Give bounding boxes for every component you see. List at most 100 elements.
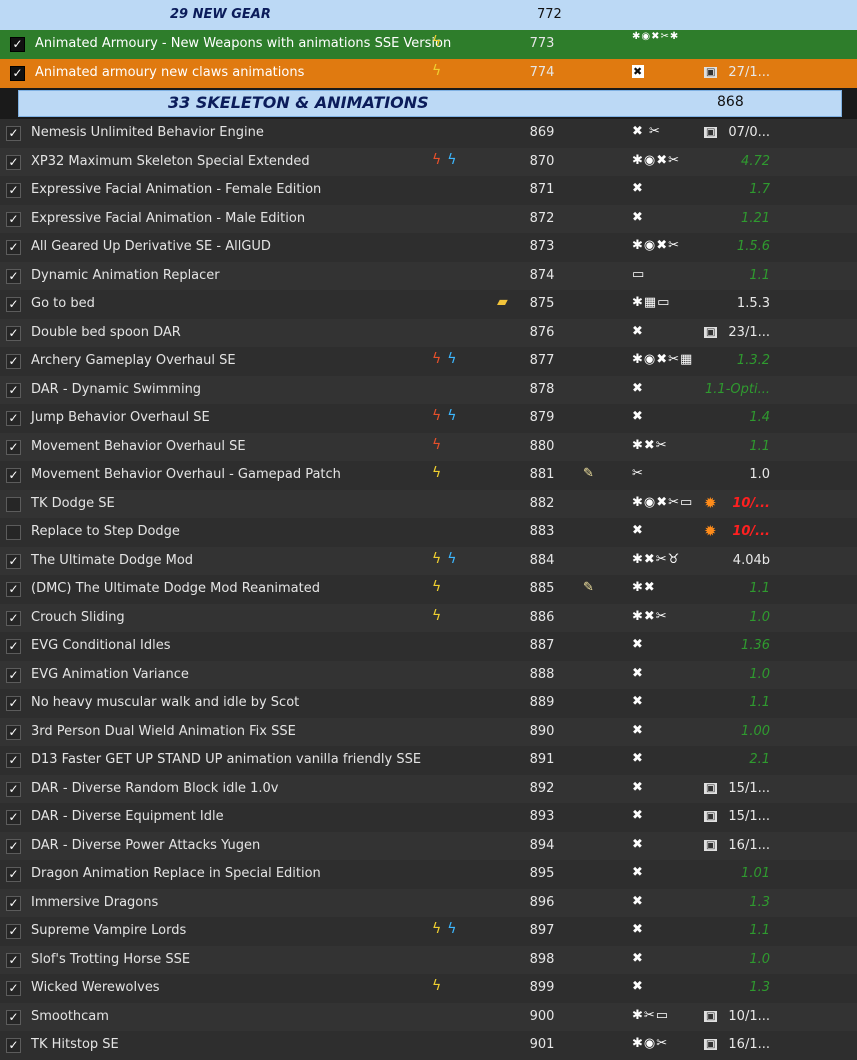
- mod-row[interactable]: ✓ DAR - Diverse Random Block idle 1.0v 892…: [0, 775, 857, 804]
- mod-row[interactable]: ✓ Movement Behavior Overhaul - Gamepad Pa…: [0, 461, 857, 490]
- mod-row[interactable]: Replace to Step Dodge 883 ✖ ✹ 10/...: [0, 518, 857, 547]
- mod-row[interactable]: ✓ Animated armoury new claws animations …: [0, 59, 857, 88]
- mod-row[interactable]: ✓ Supreme Vampire Lords ϟ ϟ 897 ✖ 1.1: [0, 917, 857, 946]
- mod-checkbox[interactable]: ✓: [10, 37, 25, 52]
- bolt-icon: ϟ: [432, 978, 442, 994]
- mod-checkbox[interactable]: ✓: [6, 383, 21, 398]
- mod-checkbox[interactable]: ✓: [6, 212, 21, 227]
- mod-checkbox[interactable]: ✓: [6, 639, 21, 654]
- mod-row[interactable]: ✓ DAR - Diverse Equipment Idle 893 ✖ ▣ 15/1..…: [0, 803, 857, 832]
- mod-checkbox[interactable]: [6, 525, 21, 540]
- separator-title: 29 NEW GEAR: [170, 7, 271, 22]
- mod-version: 1.5.6: [736, 239, 770, 254]
- mod-version: 15/1...: [728, 809, 770, 824]
- mod-checkbox[interactable]: ✓: [6, 440, 21, 455]
- mod-row[interactable]: ✓ Immersive Dragons 896 ✖ 1.3: [0, 889, 857, 918]
- mod-checkbox[interactable]: ✓: [6, 810, 21, 825]
- mod-checkbox[interactable]: ✓: [6, 611, 21, 626]
- mod-checkbox[interactable]: ✓: [6, 297, 21, 312]
- mod-row[interactable]: ✓ All Geared Up Derivative SE - AllGUD 873…: [0, 233, 857, 262]
- mod-row[interactable]: ✓ Expressive Facial Animation - Male Edit…: [0, 205, 857, 234]
- mod-row[interactable]: ✓ Slof's Trotting Horse SSE 898 ✖ 1.0: [0, 946, 857, 975]
- mod-row[interactable]: ✓ (DMC) The Ultimate Dodge Mod Reanimated…: [0, 575, 857, 604]
- separator-skeleton-animations[interactable]: 33 SKELETON & ANIMATIONS 868: [0, 88, 857, 119]
- mod-checkbox[interactable]: ✓: [6, 753, 21, 768]
- mod-checkbox[interactable]: ✓: [6, 1010, 21, 1025]
- mod-checkbox[interactable]: ✓: [6, 411, 21, 426]
- mod-version: 16/1...: [728, 838, 770, 853]
- mod-version: 1.0: [749, 467, 770, 482]
- mod-checkbox[interactable]: ✓: [6, 326, 21, 341]
- mod-version: 1.4: [749, 410, 770, 425]
- mod-row[interactable]: ✓ Crouch Sliding ϟ 886 ✱✖✂ 1.0: [0, 604, 857, 633]
- content-icons: ✖ ✂: [632, 124, 661, 139]
- mod-version: 1.1-Opti...: [705, 382, 770, 397]
- mod-version: 1.1: [749, 581, 770, 596]
- mod-row[interactable]: ✓ Movement Behavior Overhaul SE ϟ 880 ✱✖✂ 1.1: [0, 433, 857, 462]
- mod-priority: 888: [529, 667, 555, 682]
- notes-icon: ✎: [583, 580, 594, 595]
- mod-row[interactable]: ✓ Smoothcam 900 ✱✂▭ ▣ 10/1...: [0, 1003, 857, 1032]
- mod-priority: 899: [529, 980, 555, 995]
- mod-row[interactable]: TK Dodge SE 882 ✱◉✖✂▭ ✹ 10/...: [0, 490, 857, 519]
- mod-checkbox[interactable]: ✓: [6, 696, 21, 711]
- mod-checkbox[interactable]: ✓: [6, 924, 21, 939]
- mod-checkbox[interactable]: ✓: [10, 66, 25, 81]
- mod-name: DAR - Diverse Random Block idle 1.0v: [31, 781, 279, 796]
- mod-checkbox[interactable]: [6, 497, 21, 512]
- mod-name: Expressive Facial Animation - Female Edi…: [31, 182, 322, 197]
- mod-checkbox[interactable]: ✓: [6, 896, 21, 911]
- mod-version: 1.1: [749, 695, 770, 710]
- mod-checkbox[interactable]: ✓: [6, 554, 21, 569]
- mod-checkbox[interactable]: ✓: [6, 668, 21, 683]
- mod-checkbox[interactable]: ✓: [6, 269, 21, 284]
- mod-row[interactable]: ✓ Nemesis Unlimited Behavior Engine 869 ✖ ✂…: [0, 119, 857, 148]
- mod-checkbox[interactable]: ✓: [6, 725, 21, 740]
- flag-icons: ϟ: [432, 579, 447, 595]
- mod-checkbox[interactable]: ✓: [6, 782, 21, 797]
- flag-icons: ϟ: [432, 437, 447, 453]
- mod-checkbox[interactable]: ✓: [6, 953, 21, 968]
- mod-priority: 773: [529, 36, 555, 51]
- content-icons: ✱▦▭: [632, 295, 671, 310]
- mod-row[interactable]: ✓ DAR - Dynamic Swimming 878 ✖ 1.1-Opti...: [0, 376, 857, 405]
- mod-checkbox[interactable]: ✓: [6, 240, 21, 255]
- mod-priority: 871: [529, 182, 555, 197]
- mod-version: 1.36: [741, 638, 770, 653]
- mod-row[interactable]: ✓ EVG Animation Variance 888 ✖ 1.0: [0, 661, 857, 690]
- mod-row[interactable]: ✓ No heavy muscular walk and idle by Scot…: [0, 689, 857, 718]
- mod-row[interactable]: ✓ Go to bed ▰ 875 ✱▦▭ 1.5.3: [0, 290, 857, 319]
- mod-checkbox[interactable]: ✓: [6, 981, 21, 996]
- mod-priority: 901: [529, 1037, 555, 1052]
- mod-checkbox[interactable]: ✓: [6, 468, 21, 483]
- mod-row[interactable]: ✓ EVG Conditional Idles 887 ✖ 1.36: [0, 632, 857, 661]
- mod-row[interactable]: ✓ 3rd Person Dual Wield Animation Fix SSE…: [0, 718, 857, 747]
- mod-checkbox[interactable]: ✓: [6, 183, 21, 198]
- mod-priority: 877: [529, 353, 555, 368]
- mod-checkbox[interactable]: ✓: [6, 867, 21, 882]
- mod-row[interactable]: ✓ Dynamic Animation Replacer 874 ▭ 1.1: [0, 262, 857, 291]
- mod-priority: 895: [529, 866, 555, 881]
- mod-row[interactable]: ✓ Expressive Facial Animation - Female Ed…: [0, 176, 857, 205]
- separator-new-gear[interactable]: 29 NEW GEAR 772: [0, 0, 857, 30]
- mod-row[interactable]: ✓ DAR - Diverse Power Attacks Yugen 894 ✖ ▣ 1…: [0, 832, 857, 861]
- mod-checkbox[interactable]: ✓: [6, 582, 21, 597]
- mod-row[interactable]: ✓ TK Hitstop SE 901 ✱◉✂ ▣ 16/1...: [0, 1031, 857, 1060]
- mod-row[interactable]: ✓ Animated Armoury - New Weapons with an…: [0, 30, 857, 59]
- mod-priority: 869: [529, 125, 555, 140]
- mod-checkbox[interactable]: ✓: [6, 839, 21, 854]
- mod-row[interactable]: ✓ D13 Faster GET UP STAND UP animation va…: [0, 746, 857, 775]
- mod-version: 1.1: [749, 268, 770, 283]
- mod-row[interactable]: ✓ The Ultimate Dodge Mod ϟ ϟ 884 ✱✖✂♉ 4.04b: [0, 547, 857, 576]
- mod-checkbox[interactable]: ✓: [6, 354, 21, 369]
- mod-row[interactable]: ✓ XP32 Maximum Skeleton Special Extended ϟ…: [0, 148, 857, 177]
- mod-checkbox[interactable]: ✓: [6, 126, 21, 141]
- mod-row[interactable]: ✓ Wicked Werewolves ϟ 899 ✖ 1.3: [0, 974, 857, 1003]
- content-icons: ✖: [632, 381, 644, 396]
- mod-checkbox[interactable]: ✓: [6, 1038, 21, 1053]
- mod-checkbox[interactable]: ✓: [6, 155, 21, 170]
- mod-row[interactable]: ✓ Jump Behavior Overhaul SE ϟ ϟ 879 ✖ 1.4: [0, 404, 857, 433]
- mod-row[interactable]: ✓ Dragon Animation Replace in Special Edi…: [0, 860, 857, 889]
- mod-row[interactable]: ✓ Double bed spoon DAR 876 ✖ ▣ 23/1...: [0, 319, 857, 348]
- mod-row[interactable]: ✓ Archery Gameplay Overhaul SE ϟ ϟ 877 ✱◉✖✂▦ 1…: [0, 347, 857, 376]
